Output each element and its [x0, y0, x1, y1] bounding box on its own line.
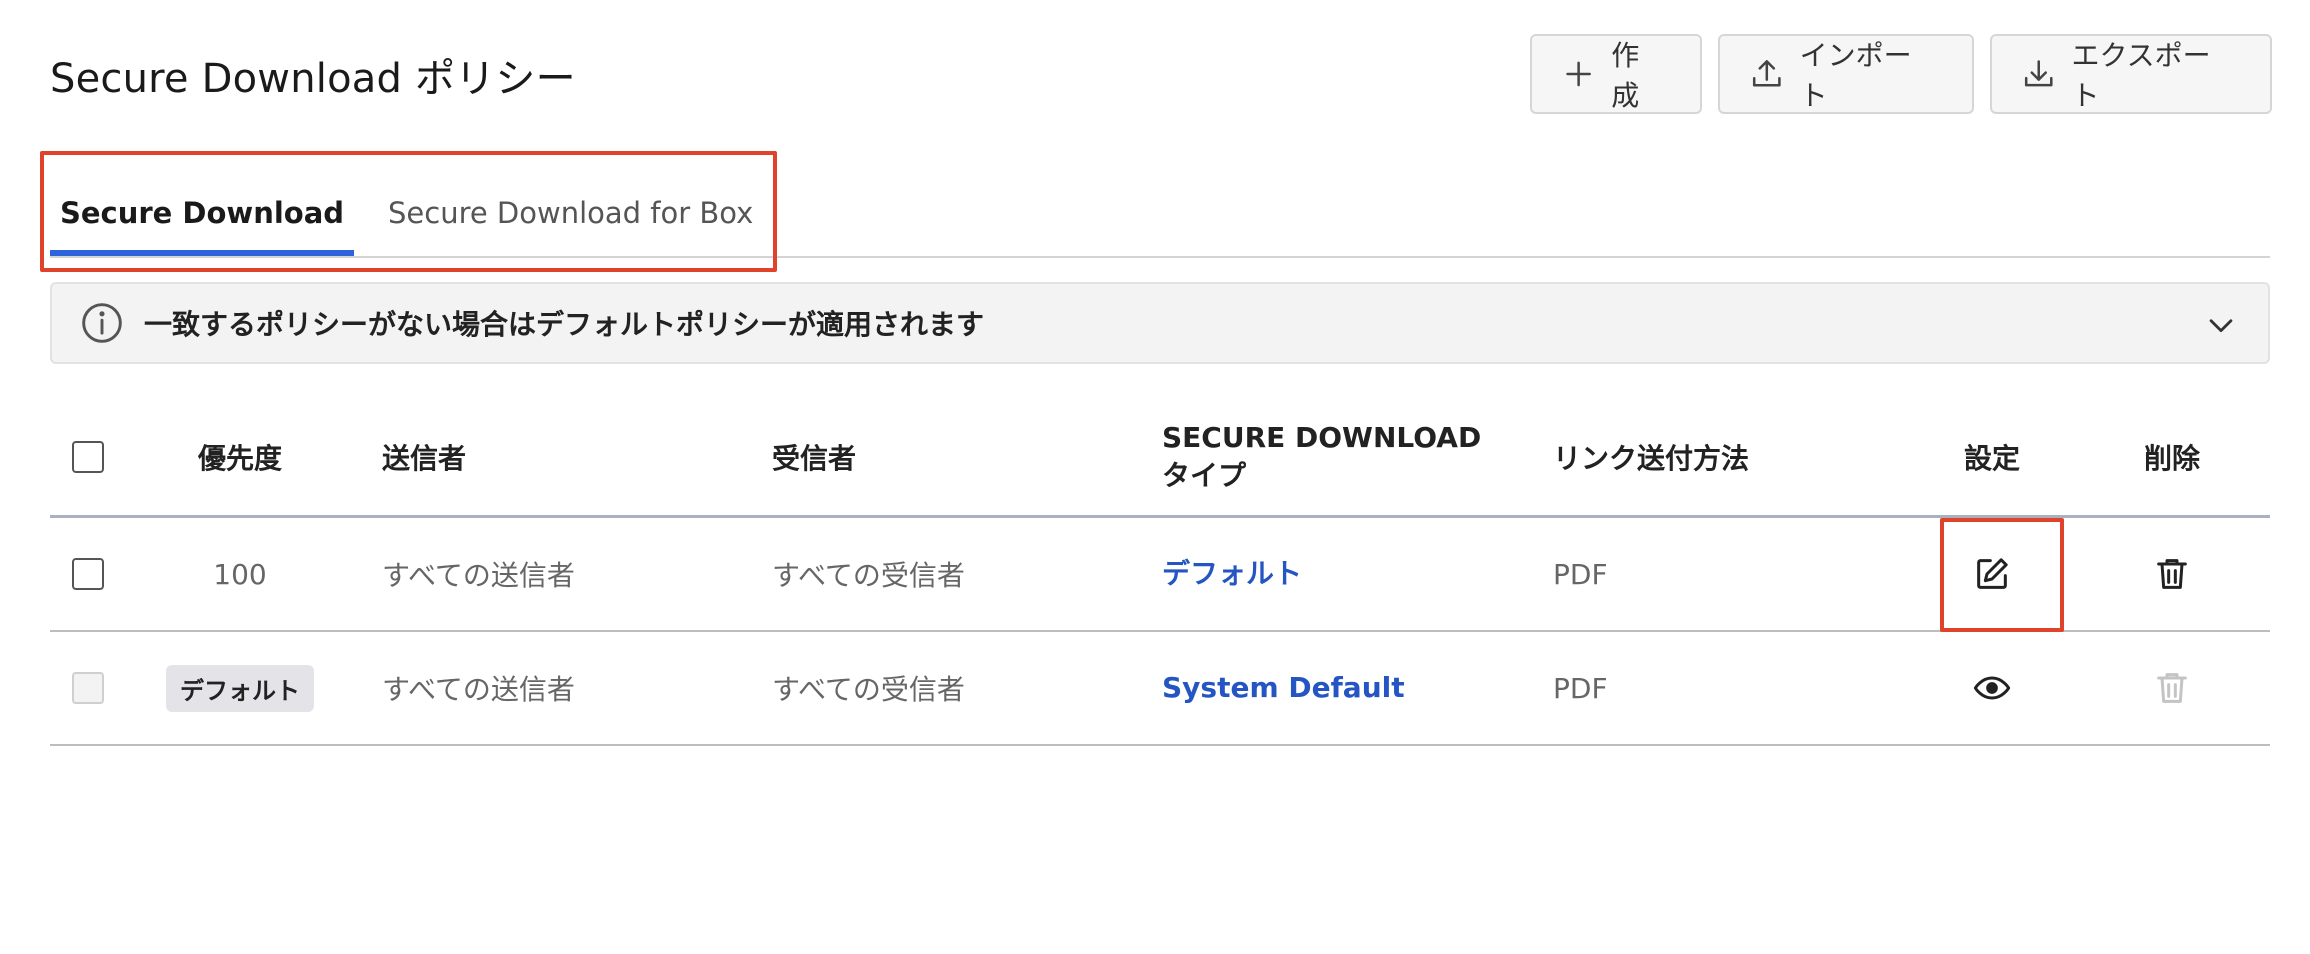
recipient-value: すべての受信者 — [772, 673, 965, 706]
column-header-sender[interactable]: 送信者 — [382, 398, 762, 515]
download-icon — [2024, 60, 2053, 87]
import-button[interactable]: インポート — [1718, 34, 1974, 114]
column-header-settings: 設定 — [1963, 441, 2020, 475]
recipient-value: すべての受信者 — [772, 559, 965, 592]
priority-value: 100 — [213, 557, 267, 591]
column-header-priority[interactable]: 優先度 — [150, 398, 330, 515]
chevron-down-icon[interactable] — [2204, 308, 2238, 342]
edit-icon[interactable] — [1972, 554, 2012, 594]
link-method-value: PDF — [1553, 557, 1608, 591]
plus-icon — [1566, 61, 1591, 87]
export-button[interactable]: エクスポート — [1990, 34, 2272, 114]
toolbar: 作成 インポート エクスポート — [1530, 34, 2272, 114]
policy-tabs: Secure Download Secure Download for Box — [50, 188, 753, 256]
link-method-value: PDF — [1553, 671, 1608, 705]
default-priority-tag: デフォルト — [166, 664, 314, 712]
column-header-link-method[interactable]: リンク送付方法 — [1553, 398, 1883, 515]
banner-text: 一致するポリシーがない場合はデフォルトポリシーが適用されます — [144, 308, 985, 341]
trash-icon-disabled — [2157, 673, 2187, 703]
tab-secure-download-for-box[interactable]: Secure Download for Box — [354, 188, 753, 256]
column-header-recipient[interactable]: 受信者 — [772, 398, 1152, 515]
tab-secure-download[interactable]: Secure Download — [50, 188, 354, 256]
page-title: Secure Download ポリシー — [50, 56, 576, 102]
column-header-type[interactable]: SECURE DOWNLOAD タイプ — [1162, 398, 1492, 515]
import-button-label: インポート — [1799, 39, 1912, 112]
sender-value: すべての送信者 — [382, 559, 575, 592]
info-icon — [82, 303, 122, 343]
table-header-row: 優先度 送信者 受信者 SECURE DOWNLOAD タイプ リンク送付方法 … — [50, 398, 2270, 518]
create-button-label: 作成 — [1611, 39, 1640, 112]
type-link[interactable]: System Default — [1162, 632, 1492, 744]
row-checkbox-disabled — [72, 672, 104, 704]
column-header-delete: 削除 — [2143, 441, 2200, 475]
policy-table: 優先度 送信者 受信者 SECURE DOWNLOAD タイプ リンク送付方法 … — [50, 398, 2270, 746]
table-row[interactable]: 100 すべての送信者 すべての受信者 デフォルト PDF — [50, 518, 2270, 632]
tabs-divider — [50, 256, 2270, 258]
select-all-checkbox[interactable] — [72, 440, 104, 473]
default-policy-banner: 一致するポリシーがない場合はデフォルトポリシーが適用されます — [50, 282, 2270, 364]
table-row[interactable]: デフォルト すべての送信者 すべての受信者 System Default PDF — [50, 632, 2270, 746]
export-button-label: エクスポート — [2071, 39, 2211, 112]
create-button[interactable]: 作成 — [1530, 34, 1702, 114]
type-link[interactable]: デフォルト — [1162, 518, 1492, 630]
eye-icon[interactable] — [1972, 668, 2012, 708]
upload-icon — [1752, 60, 1781, 87]
sender-value: すべての送信者 — [382, 673, 575, 706]
trash-icon[interactable] — [2152, 554, 2192, 594]
row-checkbox[interactable] — [72, 558, 104, 590]
